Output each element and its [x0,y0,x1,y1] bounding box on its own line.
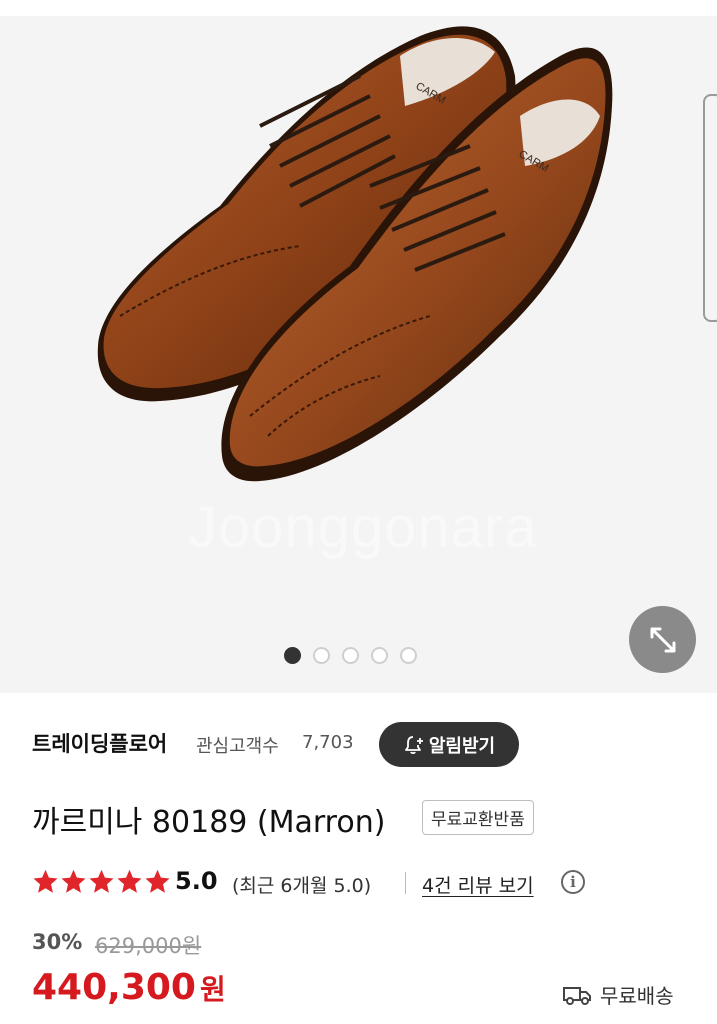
currency-label: 원 [199,973,226,1006]
star-icon [33,869,58,893]
rating-row: 5.0 (최근 6개월 5.0) 4건 리뷰 보기 i [32,866,692,898]
seller-name-link[interactable]: 트레이딩플로어 [32,728,167,758]
truck-icon [563,986,591,1005]
product-title-row: 까르미나 80189 (Marron) 무료교환반품 [32,797,692,841]
star-icon [89,869,114,893]
carousel-dot[interactable] [371,647,388,664]
star-rating [32,868,171,895]
product-image: CARM CARM [97,26,613,482]
product-image-carousel[interactable]: CARM CARM Joonggonara [0,16,717,693]
carousel-dot[interactable] [313,647,330,664]
rating-score: 5.0 [175,867,218,895]
carousel-dot[interactable] [284,647,301,664]
free-exchange-badge: 무료교환반품 [422,800,534,835]
sale-price-value: 440,300 [32,967,196,1008]
star-icon [61,869,86,893]
watch-count-label: 관심고객수 [196,736,279,757]
carousel-dot[interactable] [342,647,359,664]
watermark-text: Joonggonara [188,495,538,560]
shipping-label: 무료배송 [600,984,674,1008]
expand-image-button[interactable] [629,606,696,673]
product-title: 까르미나 80189 (Marron) [32,805,386,840]
recent-rating: (최근 6개월 5.0) [232,875,372,897]
sale-price: 440,300 원 [32,967,226,1008]
star-icon [117,869,142,893]
watch-count-value: 7,703 [302,732,354,753]
alert-button-label: 알림받기 [428,735,496,757]
info-icon[interactable]: i [561,870,585,894]
expand-icon [650,627,675,652]
alert-subscribe-button[interactable]: 알림받기 [379,722,519,767]
review-link[interactable]: 4건 리뷰 보기 [422,871,534,898]
divider [405,872,406,894]
star-icon [145,869,170,893]
carousel-dot[interactable] [400,647,417,664]
discount-rate: 30% [32,930,83,954]
top-bar [0,0,717,16]
shipping-info: 무료배송 [562,980,674,1009]
seller-info: 트레이딩플로어 관심고객수 7,703 알림받기 [32,722,692,767]
bell-plus-icon [404,735,423,754]
side-scroll-tab[interactable] [703,94,717,322]
carousel-pagination [284,647,417,664]
original-price: 629,000원 [95,934,202,958]
